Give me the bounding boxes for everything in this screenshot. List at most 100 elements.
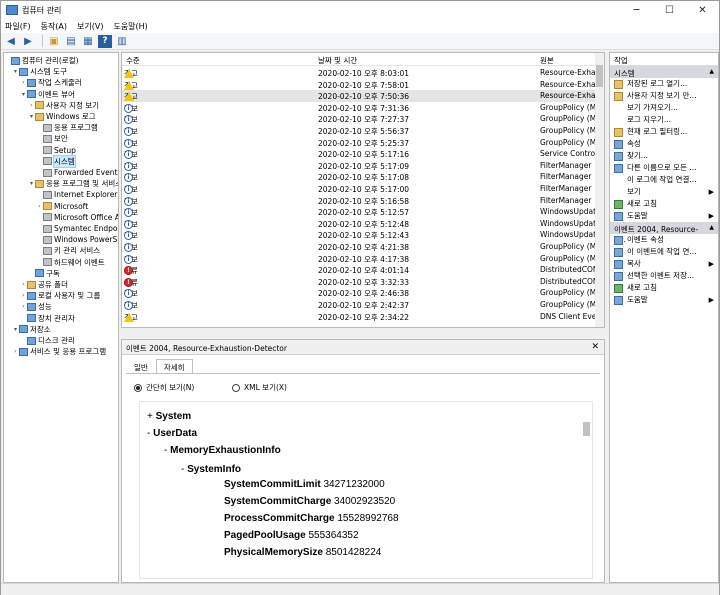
expand-arrow-icon[interactable]: › [20, 77, 27, 88]
tree-item[interactable]: 디스크 관리 [20, 335, 75, 346]
action-item[interactable]: 찾기... [610, 150, 718, 162]
event-row[interactable]: i정보 2020-02-10 오후 5:17:08 FilterManager [122, 171, 596, 183]
action-item[interactable]: 보기 ▶ [610, 186, 718, 198]
event-row[interactable]: !오류 2020-02-10 오후 4:01:14 DistributedCOM [122, 264, 599, 276]
expand-node-icon[interactable]: + [147, 411, 156, 422]
expand-arrow-icon[interactable]: › [20, 290, 27, 301]
menu-view[interactable]: 보기(V) [77, 21, 103, 32]
event-row[interactable]: i정보 2020-02-10 오후 5:17:09 FilterManager [122, 160, 596, 172]
action-item[interactable]: 다른 이름으로 모든 ... [610, 162, 718, 174]
expand-arrow-icon[interactable]: › [12, 346, 19, 357]
tree-item[interactable]: › 성능 [20, 301, 52, 312]
column-date[interactable]: 날짜 및 시간 [318, 55, 357, 66]
show-hide-tree-icon[interactable]: ▤ [64, 35, 78, 48]
tree-item[interactable]: ▾ 이벤트 뷰어 [20, 89, 75, 100]
action-item[interactable]: 로그 지우기... [610, 114, 718, 126]
collapse-arrow-icon[interactable]: ▾ [12, 324, 19, 335]
friendly-view-radio[interactable]: 간단히 보기(N) [134, 382, 194, 393]
expand-arrow-icon[interactable]: › [20, 279, 27, 290]
event-row[interactable]: i정보 2020-02-10 오후 5:12:48 WindowsUpdate [122, 218, 601, 230]
menu-file[interactable]: 파일(F) [5, 21, 31, 32]
actions-section-header[interactable]: 시스템 ▲ [610, 66, 718, 78]
event-list-scrollbar[interactable] [595, 53, 604, 327]
action-item[interactable]: 도움말 ▶ [610, 294, 718, 306]
tree-item[interactable]: ▾ 시스템 도구 [12, 66, 67, 77]
event-row[interactable]: i정보 2020-02-10 오후 5:56:37 GroupPolicy (Mi [122, 125, 598, 137]
close-detail-button[interactable]: ✕ [591, 342, 599, 352]
tree-item[interactable]: 장치 관리자 [20, 313, 75, 324]
event-row[interactable]: i정보 2020-02-10 오후 5:16:58 FilterManager [122, 195, 596, 207]
tree-item[interactable]: ▾ 응용 프로그램 및 서비스 로그 [28, 178, 118, 189]
tree-item[interactable]: Microsoft Office Alerts [36, 212, 118, 223]
collapse-arrow-icon[interactable]: ▾ [20, 89, 27, 100]
tree-item[interactable]: › 사용자 지정 보기 [28, 100, 99, 111]
event-row[interactable]: !오류 2020-02-10 오후 3:32:33 DistributedCOM [122, 276, 599, 288]
properties-icon[interactable]: ▦ [81, 35, 95, 48]
tree-item[interactable]: › 로컬 사용자 및 그룹 [20, 290, 100, 301]
expand-arrow-icon[interactable]: › [20, 301, 27, 312]
collapse-section-icon[interactable]: ▲ [709, 68, 714, 76]
column-source[interactable]: 원본 [540, 55, 554, 66]
action-item[interactable]: 속성 [610, 138, 718, 150]
event-row[interactable]: i정보 2020-02-10 오후 4:21:38 GroupPolicy (Mi [122, 241, 598, 253]
action-item[interactable]: 이 이벤트에 작업 연... [610, 246, 718, 258]
event-row[interactable]: i정보 2020-02-10 오후 2:42:37 GroupPolicy (Mi [122, 299, 598, 311]
action-item[interactable]: 보기 가져오기... [610, 102, 718, 114]
tree-item[interactable]: ▾ Windows 로그 [28, 111, 96, 122]
event-row[interactable]: 경고 2020-02-10 오후 8:03:01 Resource-Exhaus [122, 67, 604, 79]
event-row[interactable]: 경고 2020-02-10 오후 7:58:01 Resource-Exhaus [122, 79, 604, 91]
tree-item[interactable]: Forwarded Events [36, 167, 118, 178]
column-level[interactable]: 수준 [126, 55, 140, 66]
tree-item[interactable]: 구독 [28, 268, 60, 279]
xml-scrollbar[interactable] [581, 402, 592, 578]
tree-item[interactable]: Symantec Endpoint Protection [36, 223, 118, 234]
event-row[interactable]: i정보 2020-02-10 오후 4:17:38 GroupPolicy (Mi [122, 253, 598, 265]
event-row[interactable]: i정보 2020-02-10 오후 7:31:36 GroupPolicy (Mi [122, 102, 598, 114]
event-list-hscrollbar[interactable] [121, 328, 605, 337]
action-item[interactable]: 사용자 지정 보기 만... [610, 90, 718, 102]
collapse-arrow-icon[interactable]: ▾ [28, 178, 35, 189]
tree-item[interactable]: 하드웨어 이벤트 [36, 257, 105, 268]
event-row[interactable]: i정보 2020-02-10 오후 5:25:37 GroupPolicy (Mi [122, 137, 598, 149]
event-row[interactable]: i정보 2020-02-10 오후 5:12:43 WindowsUpdate [122, 229, 601, 241]
forward-arrow-icon[interactable]: ▶ [21, 35, 35, 48]
tree-item[interactable]: 컴퓨터 관리(로컬) [4, 55, 79, 66]
action-item[interactable]: 현재 로그 필터링... [610, 126, 718, 138]
tree-item[interactable]: Internet Explorer [36, 189, 117, 200]
tree-item[interactable]: › Microsoft [36, 201, 88, 212]
event-row[interactable]: i정보 2020-02-10 오후 5:12:57 WindowsUpdate [122, 206, 601, 218]
tree-item[interactable]: 응용 프로그램 [36, 122, 98, 133]
action-item[interactable]: 이 로그에 작업 연결... [610, 174, 718, 186]
expand-arrow-icon[interactable]: › [36, 201, 43, 212]
event-row[interactable]: i정보 2020-02-10 오후 2:46:38 GroupPolicy (Mi [122, 287, 598, 299]
event-row[interactable]: 경고 2020-02-10 오후 2:34:22 DNS Client Even [122, 311, 601, 323]
action-item[interactable]: 새로 고침 [610, 198, 718, 210]
tree-item[interactable]: Windows PowerShell [36, 234, 118, 245]
action-item[interactable]: 저장된 로그 열기... [610, 78, 718, 90]
help-icon[interactable]: ? [98, 34, 112, 48]
maximize-button[interactable]: ☐ [653, 1, 686, 19]
tree-item[interactable]: 시스템 [36, 154, 76, 168]
event-row[interactable]: i정보 2020-02-10 오후 7:27:37 GroupPolicy (Mi [122, 113, 598, 125]
tree-item[interactable]: Setup [36, 145, 76, 156]
action-item[interactable]: 새로 고침 [610, 282, 718, 294]
collapse-arrow-icon[interactable]: ▾ [12, 66, 19, 77]
expand-arrow-icon[interactable]: › [28, 100, 35, 111]
event-row[interactable]: i정보 2020-02-10 오후 5:17:16 Service Control … [122, 148, 602, 160]
xml-scrollbar-thumb[interactable] [583, 422, 590, 436]
tree-item[interactable]: › 서비스 및 응용 프로그램 [12, 346, 106, 357]
collapse-section-icon[interactable]: ▲ [709, 224, 714, 232]
show-hide-action-pane-icon[interactable]: ▥ [115, 35, 129, 48]
tree-item[interactable]: › 작업 스케줄러 [20, 77, 82, 88]
scrollbar-thumb[interactable] [596, 65, 603, 87]
xml-view-radio[interactable]: XML 보기(X) [232, 382, 287, 393]
event-row[interactable]: i정보 2020-02-10 오후 5:17:00 FilterManager [122, 183, 596, 195]
tree-item[interactable]: ▾ 저장소 [12, 324, 51, 335]
actions-section-header[interactable]: 이벤트 2004, Resource-E... ▲ [610, 222, 718, 244]
tree-item[interactable]: 보안 [36, 133, 68, 144]
collapse-arrow-icon[interactable]: ▾ [28, 111, 35, 122]
action-item[interactable]: 이벤트 속성 [610, 234, 718, 246]
back-arrow-icon[interactable]: ◀ [4, 35, 18, 48]
event-row[interactable]: 경고 2020-02-10 오후 7:50:36 Resource-Exhaus [122, 90, 604, 102]
up-folder-icon[interactable]: ▣ [47, 35, 61, 48]
